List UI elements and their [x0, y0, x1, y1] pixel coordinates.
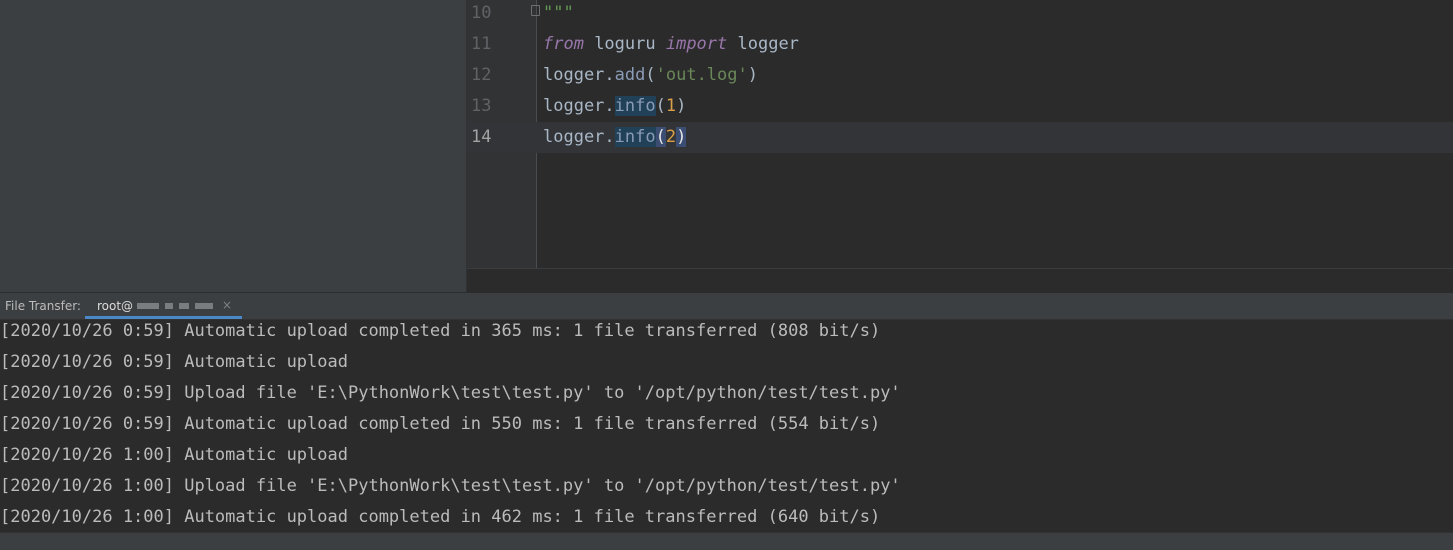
console-log-line: [2020/10/26 1:00] Upload file 'E:\Python…	[0, 476, 901, 496]
file-transfer-console: [2020/10/26 0:59] Automatic upload compl…	[0, 320, 1453, 532]
line-number: 11	[471, 34, 492, 54]
file-transfer-label: File Transfer:	[5, 299, 81, 313]
line-number: 14	[471, 127, 492, 147]
line-number: 12	[471, 65, 492, 85]
redacted-host	[165, 303, 173, 309]
code-line[interactable]: 14 logger.info(2)	[467, 122, 1453, 153]
code-token: (	[645, 65, 656, 85]
console-log-line: [2020/10/26 1:00] Automatic upload	[0, 445, 348, 465]
code-token: loguru	[583, 34, 666, 54]
console-log-line: [2020/10/26 0:59] Upload file 'E:\Python…	[0, 383, 901, 403]
code-token: logger	[727, 34, 799, 54]
code-token: 2	[665, 127, 677, 147]
project-tool-window	[0, 0, 467, 292]
code-text: logger.info(2)	[543, 122, 687, 153]
code-text: logger.info(1)	[543, 91, 686, 122]
code-line[interactable]: 12 logger.add('out.log')	[467, 60, 1453, 91]
code-editor[interactable]: 10 """ 11 from loguru import logger 12 logger…	[467, 0, 1453, 293]
code-token: info	[614, 96, 656, 116]
code-token: logger.	[543, 127, 615, 147]
line-number: 10	[471, 3, 492, 23]
code-token: from	[543, 34, 584, 54]
code-text: logger.add('out.log')	[543, 60, 758, 91]
code-token: 'out.log'	[655, 65, 748, 85]
code-token: add	[614, 65, 646, 85]
code-token: """	[543, 3, 574, 23]
code-token: logger.	[543, 96, 615, 116]
code-token: )	[676, 127, 687, 147]
status-bar	[0, 532, 1453, 550]
code-text: from loguru import logger	[543, 29, 799, 60]
code-token: import	[665, 34, 728, 54]
fold-marker-icon[interactable]	[531, 5, 540, 16]
close-tab-icon[interactable]: ×	[222, 298, 232, 312]
redacted-host	[195, 303, 213, 309]
code-token: )	[676, 96, 687, 116]
console-log-line: [2020/10/26 0:59] Automatic upload compl…	[0, 321, 881, 341]
code-token: 1	[665, 96, 677, 116]
console-log-line: [2020/10/26 0:59] Automatic upload	[0, 352, 348, 372]
code-token: (	[655, 127, 666, 147]
code-token: info	[614, 127, 656, 147]
line-number: 13	[471, 96, 492, 116]
redacted-host	[137, 303, 159, 309]
code-line[interactable]: 13 logger.info(1)	[467, 91, 1453, 122]
code-line[interactable]: 10 """	[467, 0, 1453, 29]
console-log-line: [2020/10/26 0:59] Automatic upload compl…	[0, 414, 881, 434]
redacted-host	[179, 303, 189, 309]
code-token: )	[747, 65, 758, 85]
console-log-line: [2020/10/26 1:00] Automatic upload compl…	[0, 507, 881, 527]
code-line[interactable]: 11 from loguru import logger	[467, 29, 1453, 60]
editor-horizontal-scrollbar[interactable]	[467, 268, 1453, 293]
tab-remote-host-label: root@	[97, 299, 134, 313]
code-token: (	[655, 96, 666, 116]
code-token: logger.	[543, 65, 615, 85]
code-text: """	[543, 0, 574, 29]
